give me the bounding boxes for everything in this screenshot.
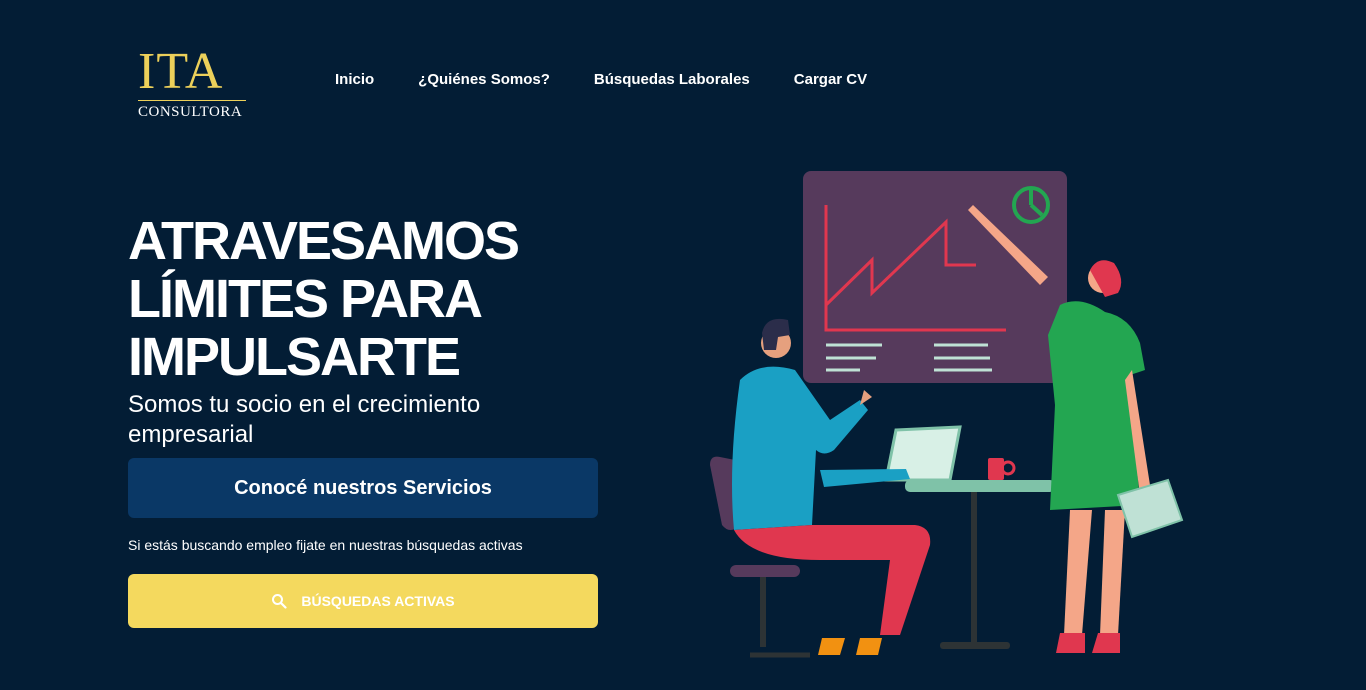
- nav-item-quienes-somos[interactable]: ¿Quiénes Somos?: [418, 70, 550, 90]
- office-team-illustration: [710, 171, 1184, 658]
- job-search-hint: Si estás buscando empleo fijate en nuest…: [128, 537, 523, 553]
- nav-item-busquedas-laborales[interactable]: Búsquedas Laborales: [594, 70, 750, 90]
- hero-subtitle: Somos tu socio en el crecimiento empresa…: [128, 391, 481, 448]
- search-icon: [272, 594, 287, 609]
- active-searches-button[interactable]: BÚSQUEDAS ACTIVAS: [128, 574, 598, 628]
- brand-logo[interactable]: ITA CONSULTORA: [138, 43, 248, 124]
- nav-item-inicio[interactable]: Inicio: [335, 70, 374, 90]
- active-searches-label: BÚSQUEDAS ACTIVAS: [301, 593, 455, 609]
- hero-title-line: LÍMITES PARA: [128, 269, 483, 329]
- main-nav: Inicio ¿Quiénes Somos? Búsquedas Laboral…: [335, 70, 911, 90]
- logo-divider: [138, 100, 246, 101]
- nav-item-cargar-cv[interactable]: Cargar CV: [794, 70, 867, 90]
- hero-title-line: ATRAVESAMOS: [128, 211, 520, 271]
- services-button[interactable]: Conocé nuestros Servicios: [128, 458, 598, 518]
- logo-subtitle: CONSULTORA: [138, 104, 243, 120]
- hero-title-line: IMPULSARTE: [128, 327, 461, 387]
- logo-wordmark: ITA: [138, 43, 224, 100]
- hero-title: ATRAVESAMOS LÍMITES PARA IMPULSARTE: [128, 212, 588, 386]
